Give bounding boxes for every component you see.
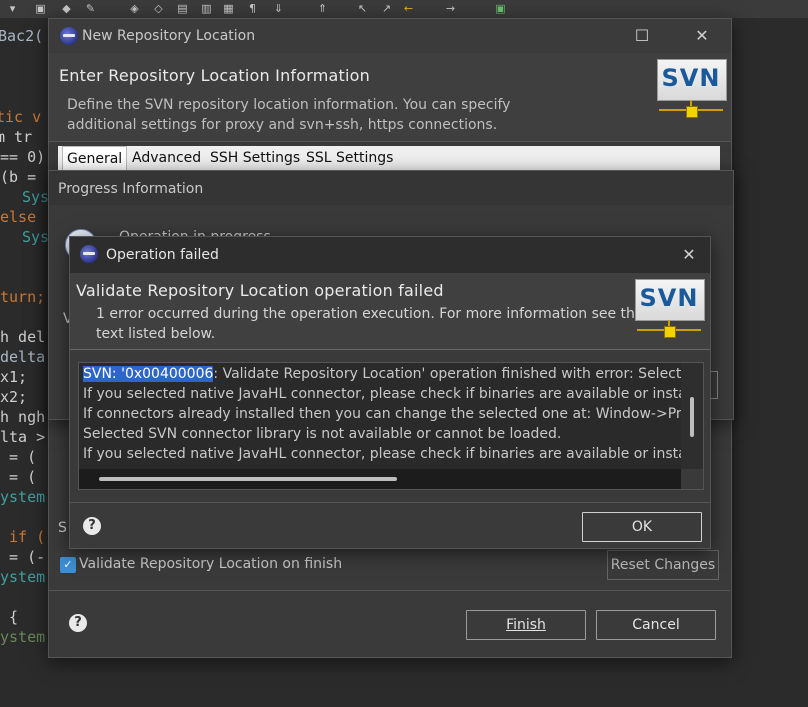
- repo-footer-divider: [49, 590, 730, 591]
- error-close-icon[interactable]: ✕: [678, 244, 700, 266]
- code-line: = (-: [0, 548, 46, 566]
- ok-button[interactable]: OK: [582, 512, 702, 542]
- progress-titlebar[interactable]: Progress Information: [49, 171, 733, 205]
- code-line: Bac2(: [0, 27, 44, 45]
- error-banner: Validate Repository Location operation f…: [70, 273, 710, 349]
- error-details-text[interactable]: SVN: '0x00400006: Validate Repository Lo…: [78, 362, 704, 490]
- tab-ssh-settings[interactable]: SSH Settings: [210, 150, 300, 166]
- toolbar-icon-1[interactable]: ▾: [6, 2, 19, 15]
- error-dialog-title: Operation failed: [106, 247, 219, 263]
- error-line-2: If you selected native JavaHL connector,…: [83, 386, 704, 402]
- code-line: tic v: [0, 108, 42, 126]
- validate-checkbox[interactable]: ✓: [60, 557, 76, 573]
- eclipse-logo-icon: [60, 27, 78, 45]
- code-line: x1;: [0, 368, 28, 386]
- brush-icon[interactable]: ✎: [84, 2, 97, 15]
- folder-icon[interactable]: ▣: [34, 2, 47, 15]
- code-line: {: [0, 608, 19, 626]
- code-line: turn;: [0, 288, 46, 306]
- repo-help-icon[interactable]: ?: [69, 614, 87, 632]
- error-line-1: SVN: '0x00400006: Validate Repository Lo…: [83, 366, 704, 382]
- code-line: delta: [0, 348, 46, 366]
- error-banner-divider: [70, 349, 710, 350]
- toolbar-icon-9[interactable]: ▦: [222, 2, 235, 15]
- close-icon[interactable]: ✕: [691, 25, 713, 47]
- toolbar-icon-3[interactable]: ◆: [60, 2, 73, 15]
- repo-tabs: General Advanced SSH Settings SSL Settin…: [58, 146, 720, 172]
- repo-banner-desc-1: Define the SVN repository location infor…: [67, 97, 511, 113]
- code-line: = (: [0, 448, 37, 466]
- code-line: h ngh: [0, 408, 46, 426]
- repo-dialog-banner: Enter Repository Location Information De…: [49, 53, 731, 141]
- error-line-4: Selected SVN connector library is not av…: [83, 426, 562, 442]
- error-titlebar[interactable]: Operation failed ✕: [70, 237, 710, 273]
- toolbar-icon-13[interactable]: ↖: [356, 2, 369, 15]
- toolbar-icon-6[interactable]: ◇: [152, 2, 165, 15]
- error-line-3: If connectors already installed then you…: [83, 406, 704, 422]
- toolbar-icon-14[interactable]: ↗: [380, 2, 393, 15]
- code-line: Sys: [22, 188, 50, 206]
- error-footer-divider: [70, 502, 710, 503]
- code-line: (b =: [0, 168, 37, 186]
- vertical-scroll-thumb[interactable]: [690, 397, 694, 437]
- code-line: == 0): [0, 148, 46, 166]
- error-eclipse-logo-icon: [80, 245, 98, 263]
- toolbar-icon-7[interactable]: ▤: [176, 2, 189, 15]
- error-banner-title: Validate Repository Location operation f…: [76, 281, 444, 300]
- error-banner-desc-1: 1 error occurred during the operation ex…: [96, 306, 644, 322]
- forward-arrow-icon[interactable]: →: [444, 2, 457, 15]
- repo-partial-label: S: [58, 520, 67, 536]
- maximize-icon[interactable]: ☐: [631, 25, 653, 47]
- code-line: Sys: [22, 228, 50, 246]
- code-line: m tr: [0, 128, 33, 146]
- code-line: x2;: [0, 388, 28, 406]
- error-banner-desc-2: text listed below.: [96, 326, 216, 342]
- code-line: lta >: [0, 428, 46, 446]
- toolbar-icon-8[interactable]: ▥: [200, 2, 213, 15]
- repo-banner-desc-2: additional settings for proxy and svn+ss…: [67, 117, 498, 133]
- code-line: ystem.: [0, 568, 55, 586]
- error-help-icon[interactable]: ?: [83, 517, 101, 535]
- code-line: h del: [0, 328, 46, 346]
- cancel-button[interactable]: Cancel: [596, 610, 716, 640]
- code-line: = (: [0, 468, 37, 486]
- toolbar-icon-11[interactable]: ⇓: [272, 2, 285, 15]
- svn-logo-icon: SVN: [657, 59, 727, 121]
- repo-banner-title: Enter Repository Location Information: [59, 66, 370, 85]
- toolbar-icon-17[interactable]: ▣: [494, 2, 507, 15]
- pilcrow-icon[interactable]: ¶: [246, 2, 259, 15]
- validate-label[interactable]: Validate Repository Location on finish: [79, 556, 342, 572]
- error-svn-logo-icon: SVN: [635, 279, 705, 341]
- toolbar-icon-5[interactable]: ◈: [128, 2, 141, 15]
- reset-changes-button[interactable]: Reset Changes: [607, 550, 719, 580]
- error-line-5: If you selected native JavaHL connector,…: [83, 446, 704, 462]
- horizontal-scroll-thumb[interactable]: [99, 477, 397, 481]
- ide-toolbar: ▾ ▣ ◆ ✎ ◈ ◇ ▤ ▥ ▦ ¶ ⇓ ⇑ ↖ ↗ ← → ▣: [0, 0, 808, 19]
- code-line: if (: [0, 528, 46, 546]
- toolbar-icon-12[interactable]: ⇑: [316, 2, 329, 15]
- repo-dialog-title: New Repository Location: [82, 28, 256, 44]
- tab-advanced[interactable]: Advanced: [132, 150, 201, 166]
- tab-ssl-settings[interactable]: SSL Settings: [306, 150, 393, 166]
- horizontal-scrollbar[interactable]: [79, 469, 681, 489]
- vertical-scrollbar[interactable]: [681, 363, 703, 469]
- finish-button[interactable]: Finish: [466, 610, 586, 640]
- tab-general[interactable]: General: [62, 146, 128, 171]
- repo-dialog-titlebar[interactable]: New Repository Location ☐ ✕: [49, 19, 731, 53]
- back-arrow-icon[interactable]: ←: [402, 2, 415, 15]
- code-line: ystem.: [0, 488, 55, 506]
- error-code-selected[interactable]: SVN: '0x00400006: [83, 366, 214, 382]
- code-line: else: [0, 208, 37, 226]
- scroll-corner: [681, 469, 703, 489]
- progress-title: Progress Information: [58, 181, 204, 197]
